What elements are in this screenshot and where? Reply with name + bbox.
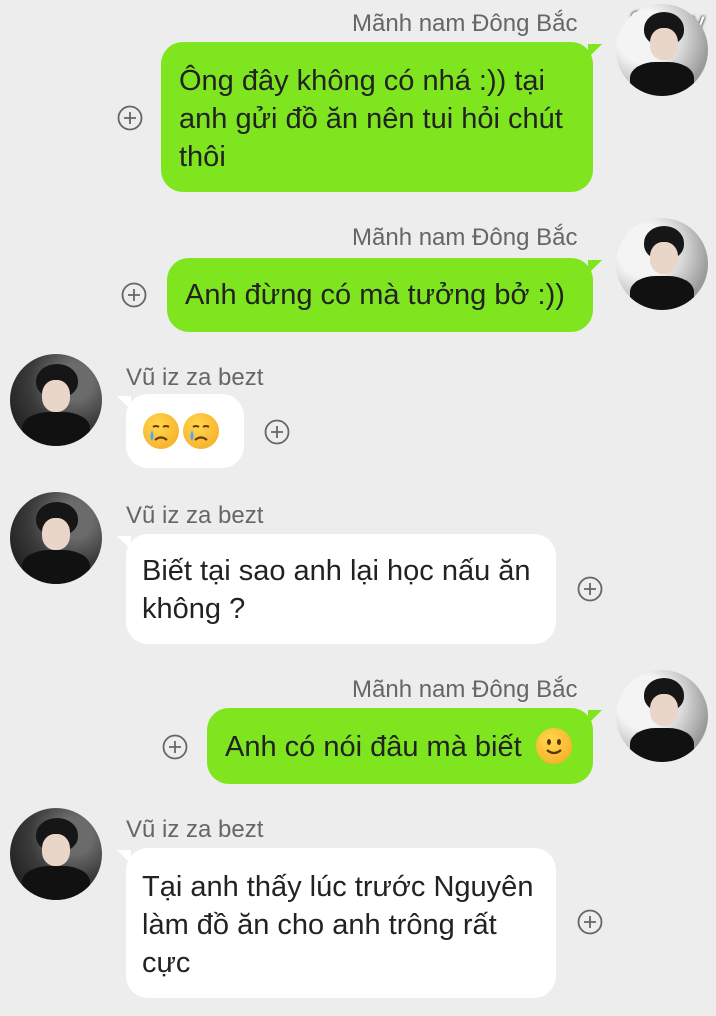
message-bubble[interactable]: Anh đừng có mà tưởng bở :)) [167, 258, 602, 332]
sender-name: Vũ iz za bezt [126, 502, 264, 529]
message-text: Biết tại sao anh lại học nấu ăn không ? [142, 555, 531, 625]
add-reaction-icon[interactable] [121, 282, 147, 308]
add-reaction-icon[interactable] [577, 576, 603, 602]
crying-face-icon [183, 413, 219, 449]
message-text: Tại anh thấy lúc trước Nguyên làm đồ ăn … [142, 871, 534, 979]
message-text: Anh có nói đâu mà biết [225, 731, 522, 763]
add-reaction-icon[interactable] [577, 909, 603, 935]
message-text: Ông đây không có nhá :)) tại anh gửi đồ … [179, 65, 563, 173]
sender-name: Mãnh nam Đông Bắc [352, 224, 578, 251]
message-bubble[interactable]: Ông đây không có nhá :)) tại anh gửi đồ … [161, 42, 602, 192]
sender-name: Vũ iz za bezt [126, 816, 264, 843]
slightly-smiling-face-icon [535, 728, 572, 764]
crying-face-icon [143, 413, 179, 449]
sender-name: Vũ iz za bezt [126, 364, 264, 391]
avatar[interactable] [616, 670, 708, 762]
message-bubble[interactable]: Anh có nói đâu mà biết [207, 708, 602, 784]
message-text: Anh đừng có mà tưởng bở :)) [185, 279, 565, 311]
avatar[interactable] [10, 808, 102, 900]
avatar[interactable] [616, 218, 708, 310]
add-reaction-icon[interactable] [117, 105, 143, 131]
add-reaction-icon[interactable] [264, 419, 290, 445]
avatar[interactable] [10, 492, 102, 584]
avatar[interactable] [10, 354, 102, 446]
message-bubble[interactable]: Biết tại sao anh lại học nấu ăn không ? [117, 534, 556, 644]
avatar[interactable] [616, 4, 708, 96]
sender-name: Mãnh nam Đông Bắc [352, 10, 578, 37]
message-bubble[interactable]: Tại anh thấy lúc trước Nguyên làm đồ ăn … [117, 848, 556, 998]
add-reaction-icon[interactable] [162, 734, 188, 760]
message-bubble[interactable] [117, 394, 244, 468]
sender-name: Mãnh nam Đông Bắc [352, 676, 578, 703]
